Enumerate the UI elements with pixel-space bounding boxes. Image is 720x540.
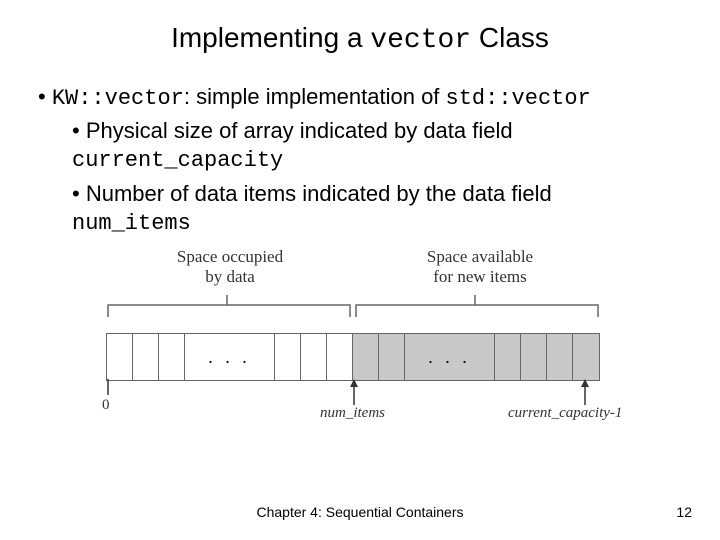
num-items-label: num_items — [320, 405, 385, 422]
array-cell — [301, 334, 327, 380]
title-pre: Implementing a — [171, 22, 370, 53]
array-cell — [107, 334, 133, 380]
right-label-l1: Space available — [427, 247, 533, 266]
array-cell — [327, 334, 353, 380]
array-cell-empty — [379, 334, 405, 380]
bullet-top: KW::vector: simple implementation of std… — [38, 84, 682, 237]
right-brace-label: Space available for new items — [380, 247, 580, 286]
sub1-text: Physical size of array indicated by data… — [86, 118, 513, 143]
array-cell-empty — [353, 334, 379, 380]
left-brace-label: Space occupied by data — [140, 247, 320, 286]
sub-bullet-1: Physical size of array indicated by data… — [72, 117, 682, 174]
array-cell — [133, 334, 159, 380]
bullet-top-mid: : simple implementation of — [184, 84, 446, 109]
array-cell-empty — [521, 334, 547, 380]
sub2-code: num_items — [72, 211, 191, 236]
array-cell-empty — [547, 334, 573, 380]
array-cell — [275, 334, 301, 380]
bullet-top-code1: KW::vector — [52, 86, 184, 111]
array-cell-empty — [573, 334, 599, 380]
right-label-l2: for new items — [433, 267, 526, 286]
title-code: vector — [370, 25, 471, 56]
title-post: Class — [471, 22, 549, 53]
zero-label: 0 — [102, 397, 110, 414]
footer-page-number: 12 — [676, 504, 692, 520]
left-label-l1: Space occupied — [177, 247, 283, 266]
sub-bullet-2: Number of data items indicated by the da… — [72, 180, 682, 237]
bullet-list: KW::vector: simple implementation of std… — [38, 84, 682, 237]
array-cell-empty — [495, 334, 521, 380]
array-illustration: . . . . . . — [106, 333, 600, 381]
vector-diagram: Space occupied by data Space available f… — [80, 247, 640, 447]
slide-title: Implementing a vector Class — [0, 0, 720, 56]
slide: Implementing a vector Class KW::vector: … — [0, 0, 720, 540]
footer-chapter: Chapter 4: Sequential Containers — [0, 504, 720, 520]
sub1-code: current_capacity — [72, 148, 283, 173]
bullet-top-code2: std::vector — [446, 86, 591, 111]
array-dots-available: . . . — [405, 334, 495, 380]
sub2-text: Number of data items indicated by the da… — [86, 181, 552, 206]
sub-bullet-list: Physical size of array indicated by data… — [72, 117, 682, 237]
array-dots-occupied: . . . — [185, 334, 275, 380]
left-label-l2: by data — [205, 267, 255, 286]
array-cell — [159, 334, 185, 380]
capacity-label: current_capacity-1 — [508, 405, 622, 422]
